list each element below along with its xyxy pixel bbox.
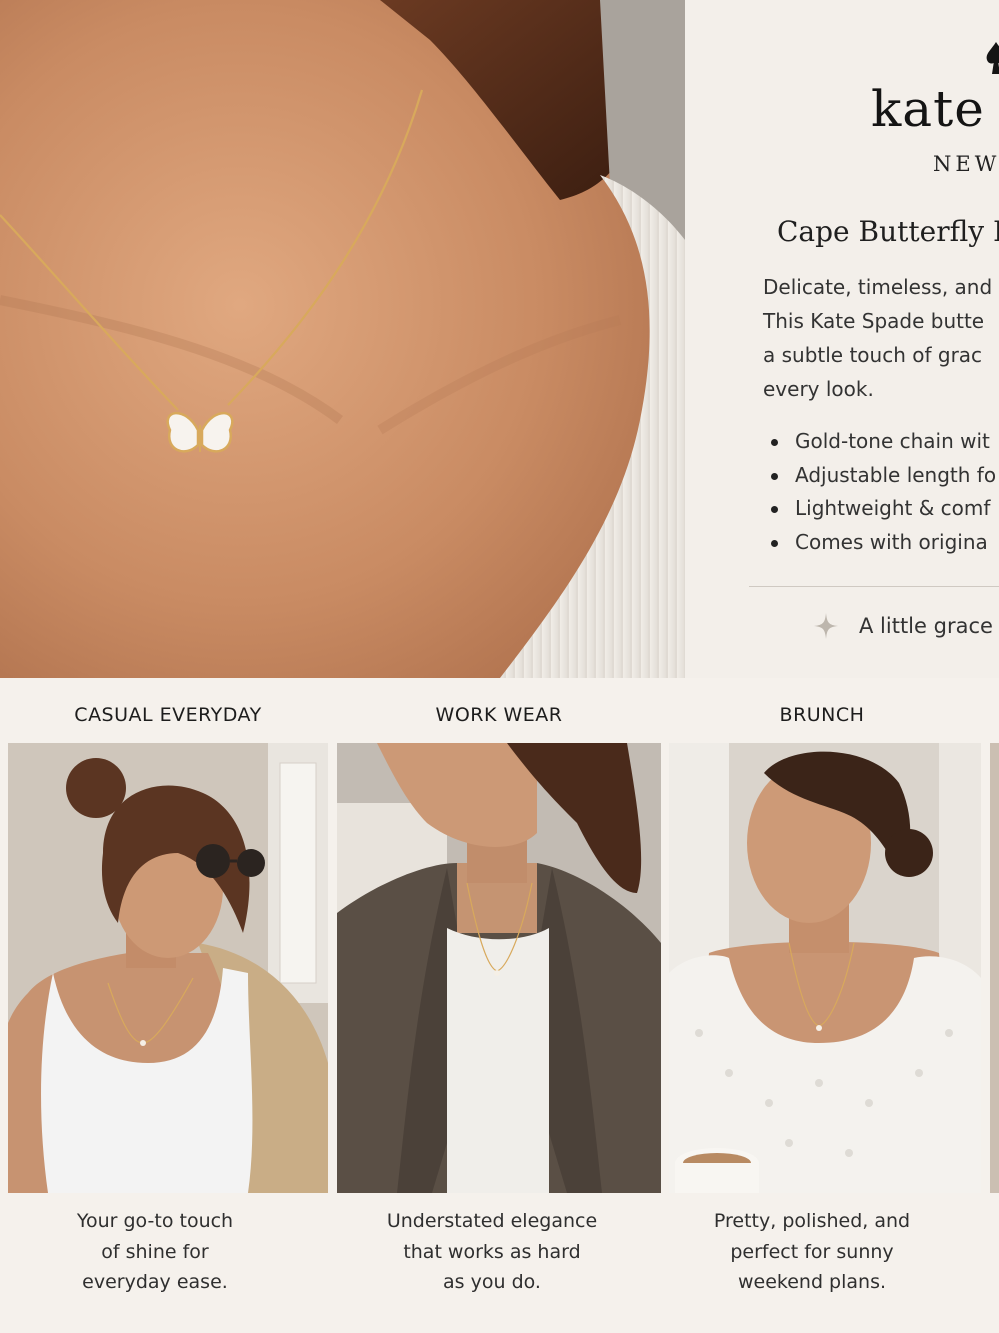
bullet-icon [771, 439, 778, 446]
feature-text: Adjustable length fo [795, 462, 997, 487]
bullet-icon [771, 539, 778, 547]
feature-list: Gold-tone chain wit Adjustable length fo… [769, 425, 996, 559]
feature-text: Gold-tone chain wit [795, 429, 990, 453]
description-line: every look. [763, 377, 874, 401]
look-photo-partial [990, 743, 999, 1193]
look-photo-work [337, 743, 661, 1193]
look-caption-brunch: Pretty, polished, and perfect for sunny … [660, 1206, 964, 1298]
feature-item: Adjustable length fo [769, 459, 996, 493]
caption-line: as you do. [443, 1271, 541, 1293]
look-label-brunch: BRUNCH [779, 704, 865, 726]
bullet-icon [771, 472, 778, 480]
look-photo-brunch [669, 743, 981, 1193]
look-label-casual: CASUAL EVERYDAY [74, 704, 262, 726]
caption-line: perfect for sunny [730, 1240, 894, 1263]
sparkle-icon [814, 613, 838, 639]
hero-illustration [0, 0, 685, 678]
feature-item: Lightweight & comf [769, 492, 996, 526]
product-info-panel: kate NEW Cape Butterfly P Delicate, time… [685, 0, 999, 678]
spade-icon [986, 42, 999, 74]
feature-item: Comes with origina [769, 526, 996, 560]
bullet-icon [771, 506, 778, 513]
description-line: This Kate Spade butte [763, 309, 985, 333]
caption-line: of shine for [101, 1240, 209, 1263]
feature-text: Lightweight & comf [795, 496, 991, 520]
caption-line: weekend plans. [737, 1271, 887, 1293]
caption-line: Understated elegance [386, 1210, 598, 1232]
brand-subtitle: NEW [933, 152, 999, 176]
look-label-work: WORK WEAR [435, 704, 563, 726]
product-description: Delicate, timeless, and This Kate Spade … [763, 270, 999, 406]
caption-line: everyday ease. [82, 1271, 228, 1293]
tagline: A little grace [859, 614, 993, 638]
look-caption-casual: Your go-to touch of shine for everyday e… [0, 1206, 310, 1298]
product-title: Cape Butterfly P [777, 215, 999, 248]
hero-necklace-photo [0, 0, 685, 678]
look-photo-casual [8, 743, 328, 1193]
description-line: Delicate, timeless, and [763, 275, 993, 299]
brand-name: kate [871, 80, 985, 138]
caption-line: Your go-to touch [76, 1210, 234, 1232]
caption-line: Pretty, polished, and [713, 1210, 911, 1232]
look-caption-work: Understated elegance that works as hard … [337, 1206, 647, 1298]
caption-line: that works as hard [403, 1240, 581, 1263]
description-line: a subtle touch of grac [763, 343, 983, 367]
feature-text: Comes with origina [795, 529, 988, 554]
divider [749, 586, 999, 587]
feature-item: Gold-tone chain wit [769, 425, 996, 459]
